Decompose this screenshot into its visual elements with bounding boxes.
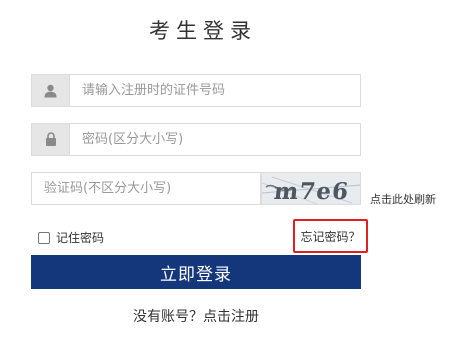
captcha-image[interactable]: m7e6	[261, 172, 361, 205]
forgot-password-link[interactable]: 忘记密码？	[293, 219, 368, 253]
id-number-field	[31, 74, 361, 107]
captcha-input[interactable]	[32, 173, 260, 204]
captcha-field	[31, 172, 261, 205]
register-prompt: 没有账号？点击注册	[0, 306, 392, 326]
login-page: 考生登录 m7e6 点击此处刷新	[0, 0, 451, 346]
lock-icon	[32, 124, 70, 155]
remember-password[interactable]: 记住密码	[38, 229, 104, 246]
refresh-captcha-link[interactable]: 点击此处刷新	[370, 191, 436, 207]
password-field	[31, 123, 361, 156]
page-title: 考生登录	[149, 19, 257, 43]
captcha-text: m7e6	[273, 178, 351, 205]
user-icon	[32, 75, 70, 106]
id-number-input[interactable]	[70, 75, 360, 106]
remember-checkbox[interactable]	[38, 231, 50, 244]
register-link[interactable]: 没有账号？点击注册	[133, 309, 259, 325]
password-input[interactable]	[70, 124, 360, 155]
remember-label: 记住密码	[56, 231, 105, 245]
login-button[interactable]: 立即登录	[31, 255, 361, 289]
